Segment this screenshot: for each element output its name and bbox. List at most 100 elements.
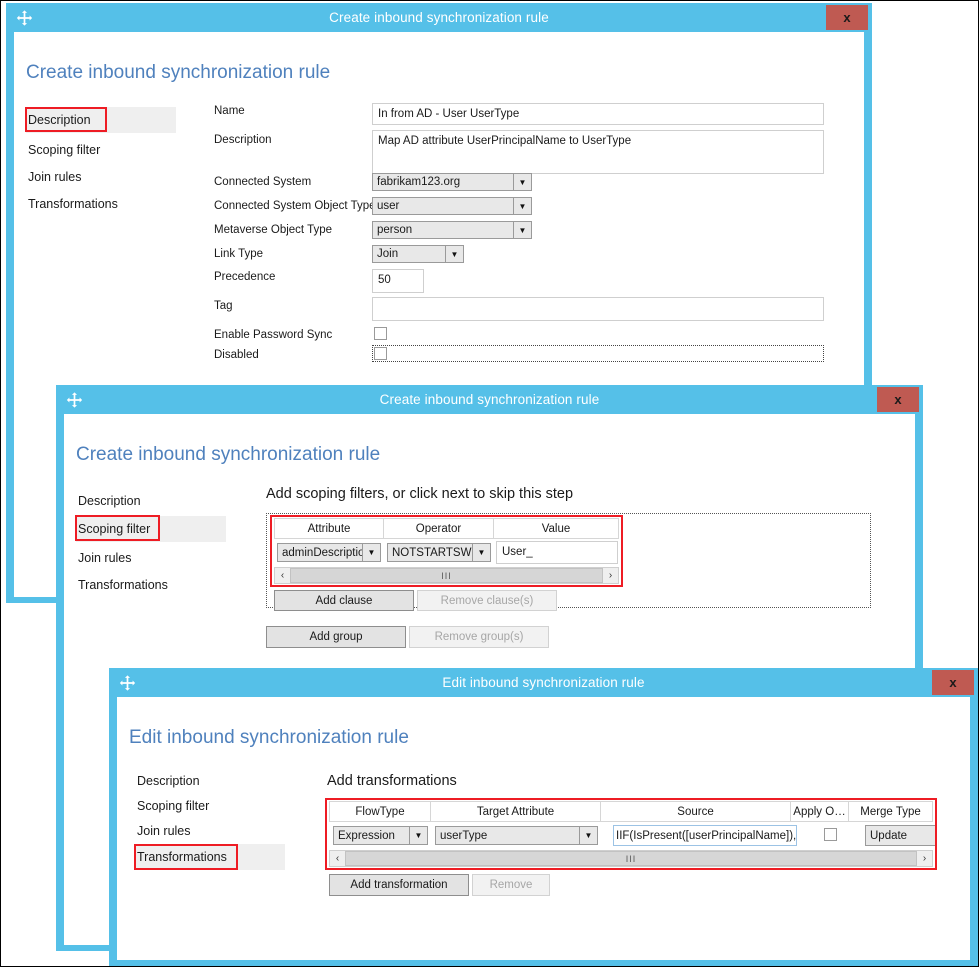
scrollbar-thumb[interactable]: III [290, 568, 603, 583]
connected-system-value: fabrikam123.org [373, 176, 513, 188]
move-diamond-icon [66, 391, 83, 408]
scoping-grid-header: Attribute Operator Value [274, 518, 619, 539]
window-transformations-titlebar[interactable]: Edit inbound synchronization rule x [109, 668, 978, 697]
description-label: Description [214, 134, 272, 146]
precedence-label: Precedence [214, 271, 275, 283]
close-button[interactable]: x [932, 670, 974, 695]
sidebar-item-description[interactable]: Description [76, 489, 226, 514]
scrollbar-thumb[interactable]: III [345, 851, 917, 866]
column-header-target-attribute: Target Attribute [431, 801, 601, 822]
chevron-down-icon: ▼ [362, 544, 380, 561]
operator-select[interactable]: NOTSTARTSWITH ▼ [387, 543, 491, 562]
remove-clause-button: Remove clause(s) [417, 590, 557, 611]
close-button[interactable]: x [877, 387, 919, 412]
move-diamond-icon [16, 9, 33, 26]
name-label: Name [214, 105, 245, 117]
sidebar-item-transformations[interactable]: Transformations [26, 192, 176, 217]
connected-system-object-type-value: user [373, 200, 513, 212]
sidebar-item-scoping-filter[interactable]: Scoping filter [76, 516, 226, 542]
sidebar-item-label: Join rules [28, 170, 82, 184]
scoping-grid-hscrollbar[interactable]: ‹ III › [274, 567, 619, 584]
description-input[interactable]: Map AD attribute UserPrincipalName to Us… [372, 130, 824, 174]
sidebar-item-scoping-filter[interactable]: Scoping filter [135, 794, 285, 819]
chevron-down-icon: ▼ [472, 544, 490, 561]
value-input[interactable]: User_ [496, 541, 618, 564]
sidebar-item-scoping-filter[interactable]: Scoping filter [26, 138, 176, 163]
connected-system-object-type-select[interactable]: user ▼ [372, 197, 532, 215]
metaverse-object-type-label: Metaverse Object Type [214, 224, 332, 236]
sidebar-item-label: Description [137, 774, 200, 788]
flowtype-value: Expression [334, 830, 409, 842]
merge-type-select[interactable]: Update [865, 825, 937, 846]
sidebar-item-join-rules[interactable]: Join rules [26, 165, 176, 190]
connected-system-select[interactable]: fabrikam123.org ▼ [372, 173, 532, 191]
sidebar-item-label: Transformations [28, 197, 118, 211]
sidebar-item-join-rules[interactable]: Join rules [76, 546, 226, 571]
column-header-merge-type: Merge Type [849, 801, 933, 822]
sidebar-item-transformations[interactable]: Transformations [76, 573, 226, 598]
source-input[interactable]: IIF(IsPresent([userPrincipalName]),II [613, 825, 797, 846]
apply-once-checkbox[interactable] [824, 828, 837, 841]
window-title: Edit inbound synchronization rule [442, 675, 644, 690]
sidebar-item-label: Scoping filter [78, 522, 150, 536]
move-diamond-icon [119, 674, 136, 691]
window-title: Create inbound synchronization rule [380, 392, 600, 407]
sidebar-item-label: Description [78, 494, 141, 508]
sidebar-item-description[interactable]: Description [135, 769, 285, 794]
sidebar-item-label: Transformations [137, 850, 227, 864]
enable-password-sync-checkbox[interactable] [374, 327, 387, 340]
operator-value: NOTSTARTSWITH [388, 547, 472, 559]
name-input[interactable]: In from AD - User UserType [372, 103, 824, 125]
page-title: Create inbound synchronization rule [26, 62, 330, 84]
chevron-down-icon: ▼ [445, 246, 463, 262]
transform-grid-header: FlowType Target Attribute Source Apply O… [329, 801, 933, 822]
merge-type-value: Update [866, 830, 936, 842]
scroll-left-icon[interactable]: ‹ [330, 851, 345, 866]
page-title: Create inbound synchronization rule [76, 444, 380, 466]
remove-button: Remove [472, 874, 550, 896]
close-button[interactable]: x [826, 5, 868, 30]
column-header-operator: Operator [384, 518, 494, 539]
sidebar-item-transformations[interactable]: Transformations [135, 844, 285, 870]
link-type-select[interactable]: Join ▼ [372, 245, 464, 263]
chevron-down-icon: ▼ [579, 827, 597, 844]
tag-input[interactable] [372, 297, 824, 321]
sidebar-item-label: Description [28, 113, 91, 127]
scroll-right-icon[interactable]: › [603, 568, 618, 583]
chevron-down-icon: ▼ [513, 222, 531, 238]
chevron-down-icon: ▼ [513, 198, 531, 214]
precedence-input[interactable]: 50 [372, 269, 424, 293]
sidebar-item-label: Scoping filter [28, 143, 100, 157]
target-attribute-value: userType [436, 830, 579, 842]
add-transformation-button[interactable]: Add transformation [329, 874, 469, 896]
section-title: Add scoping filters, or click next to sk… [266, 486, 573, 502]
attribute-select[interactable]: adminDescription ▼ [277, 543, 381, 562]
sidebar-item-label: Transformations [78, 578, 168, 592]
disabled-label: Disabled [214, 349, 259, 361]
target-attribute-select[interactable]: userType ▼ [435, 826, 598, 845]
scroll-left-icon[interactable]: ‹ [275, 568, 290, 583]
window-title: Create inbound synchronization rule [329, 10, 549, 25]
chevron-down-icon: ▼ [409, 827, 427, 844]
connected-system-label: Connected System [214, 176, 311, 188]
window-transformations: Edit inbound synchronization rule x Edit… [109, 668, 978, 966]
window-transformations-client: Edit inbound synchronization rule Descri… [117, 697, 970, 960]
metaverse-object-type-select[interactable]: person ▼ [372, 221, 532, 239]
scroll-right-icon[interactable]: › [917, 851, 932, 866]
sidebar-item-join-rules[interactable]: Join rules [135, 819, 285, 844]
section-title: Add transformations [327, 773, 457, 789]
transform-grid-hscrollbar[interactable]: ‹ III › [329, 850, 933, 867]
window-description-titlebar[interactable]: Create inbound synchronization rule x [6, 3, 872, 32]
tag-label: Tag [214, 300, 233, 312]
sidebar-item-description[interactable]: Description [26, 107, 176, 133]
add-clause-button[interactable]: Add clause [274, 590, 414, 611]
add-group-button[interactable]: Add group [266, 626, 406, 648]
column-header-apply-once: Apply O… [791, 801, 849, 822]
connected-system-object-type-label: Connected System Object Type [214, 200, 376, 212]
nav-list: Description Scoping filter Join rules Tr… [26, 107, 176, 217]
flowtype-select[interactable]: Expression ▼ [333, 826, 428, 845]
window-scoping-filter-titlebar[interactable]: Create inbound synchronization rule x [56, 385, 923, 414]
nav-list: Description Scoping filter Join rules Tr… [76, 489, 226, 598]
page-title: Edit inbound synchronization rule [129, 727, 409, 749]
remove-group-button: Remove group(s) [409, 626, 549, 648]
